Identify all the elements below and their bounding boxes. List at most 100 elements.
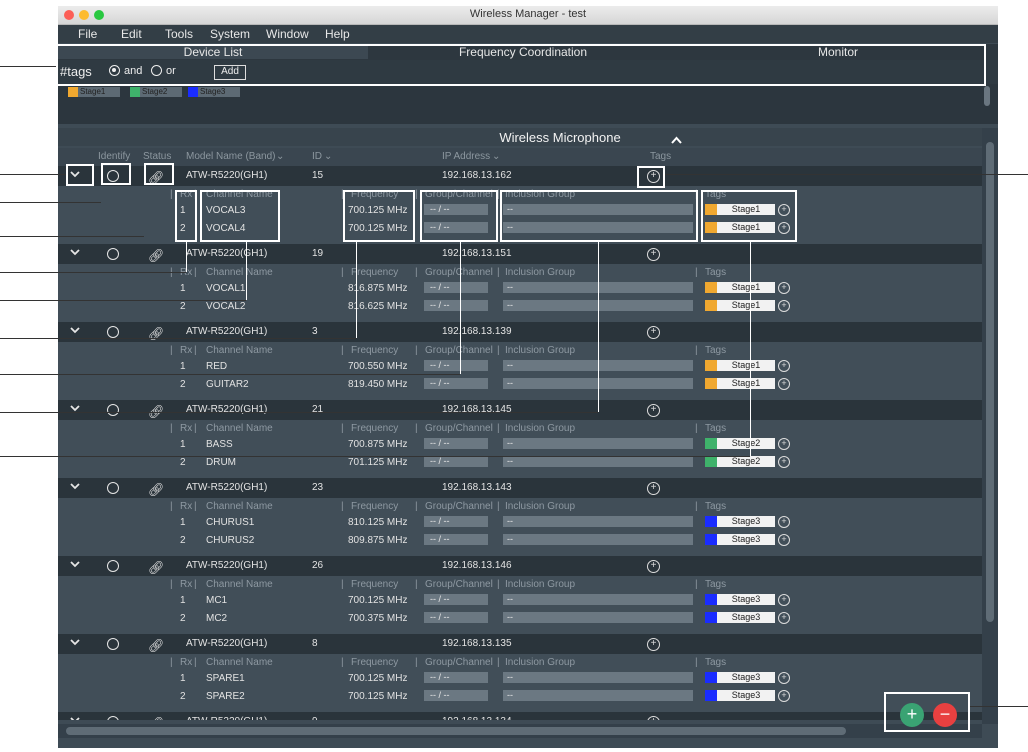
device-row[interactable]: 🔗︎ ATW-R5220(GH1) 3 192.168.13.139 +	[58, 322, 982, 342]
channel-frequency[interactable]: 700.125 MHz	[348, 673, 407, 684]
channel-tag[interactable]: Stage3	[705, 690, 775, 701]
channel-frequency[interactable]: 809.875 MHz	[348, 535, 407, 546]
add-tag-plus-icon[interactable]: +	[647, 404, 660, 417]
add-tag-plus-icon[interactable]: +	[778, 378, 790, 390]
identify-button[interactable]	[107, 638, 119, 650]
vertical-scrollbar[interactable]	[982, 128, 998, 724]
channel-frequency[interactable]: 701.125 MHz	[348, 457, 407, 468]
col-ip[interactable]: IP Address	[442, 151, 490, 162]
channel-name[interactable]: RED	[206, 361, 227, 372]
channel-tag[interactable]: Stage1	[705, 378, 775, 389]
group-channel-field[interactable]: -- / --	[424, 456, 488, 467]
identify-button[interactable]	[107, 560, 119, 572]
add-tag-plus-icon[interactable]: +	[778, 516, 790, 528]
col-id[interactable]: ID	[312, 151, 322, 162]
device-row[interactable]: 🔗︎ ATW-R5220(GH1) 26 192.168.13.146 +	[58, 556, 982, 576]
channel-name[interactable]: VOCAL1	[206, 283, 245, 294]
channel-name[interactable]: CHURUS1	[206, 517, 254, 528]
group-channel-field[interactable]: -- / --	[424, 360, 488, 371]
menu-help[interactable]: Help	[325, 27, 350, 41]
channel-frequency[interactable]: 700.550 MHz	[348, 361, 407, 372]
tag-chip[interactable]: Stage2	[130, 87, 182, 97]
channel-name[interactable]: VOCAL2	[206, 301, 245, 312]
chevron-down-icon[interactable]	[70, 326, 80, 334]
identify-button[interactable]	[107, 404, 119, 416]
chevron-down-icon[interactable]	[70, 638, 80, 646]
group-channel-field[interactable]: -- / --	[424, 534, 488, 545]
device-row[interactable]: 🔗︎ ATW-R5220(GH1) 19 192.168.13.151 +	[58, 244, 982, 264]
inclusion-group-field[interactable]: --	[503, 672, 693, 683]
channel-name[interactable]: MC1	[206, 595, 227, 606]
add-tag-plus-icon[interactable]: +	[778, 594, 790, 606]
menu-file[interactable]: File	[78, 27, 97, 41]
channel-tag[interactable]: Stage3	[705, 612, 775, 623]
device-row[interactable]: 🔗︎ ATW-R5220(GH1) 9 192.168.13.134 +	[58, 712, 982, 720]
add-tag-plus-icon[interactable]: +	[778, 534, 790, 546]
chevron-down-icon[interactable]	[70, 404, 80, 412]
chips-scrollbar[interactable]	[984, 86, 990, 106]
add-tag-plus-icon[interactable]: +	[647, 560, 660, 573]
add-tag-plus-icon[interactable]: +	[647, 248, 660, 261]
channel-name[interactable]: SPARE1	[206, 673, 245, 684]
col-tags[interactable]: Tags	[650, 151, 671, 162]
channel-frequency[interactable]: 819.450 MHz	[348, 379, 407, 390]
channel-name[interactable]: MC2	[206, 613, 227, 624]
add-tag-plus-icon[interactable]: +	[778, 672, 790, 684]
chevron-down-icon[interactable]	[70, 482, 80, 490]
channel-name[interactable]: SPARE2	[206, 691, 245, 702]
add-tag-plus-icon[interactable]: +	[778, 360, 790, 372]
add-tag-plus-icon[interactable]: +	[647, 482, 660, 495]
device-row[interactable]: 🔗︎ ATW-R5220(GH1) 21 192.168.13.145 +	[58, 400, 982, 420]
group-channel-field[interactable]: -- / --	[424, 300, 488, 311]
inclusion-group-field[interactable]: --	[503, 516, 693, 527]
channel-tag[interactable]: Stage1	[705, 300, 775, 311]
channel-tag[interactable]: Stage2	[705, 456, 775, 467]
channel-tag[interactable]: Stage3	[705, 516, 775, 527]
horizontal-scrollbar[interactable]	[58, 724, 982, 738]
group-channel-field[interactable]: -- / --	[424, 672, 488, 683]
identify-button[interactable]	[107, 326, 119, 338]
channel-tag[interactable]: Stage3	[705, 672, 775, 683]
channel-frequency[interactable]: 700.375 MHz	[348, 613, 407, 624]
inclusion-group-field[interactable]: --	[503, 456, 693, 467]
chevron-down-icon[interactable]	[70, 560, 80, 568]
vertical-scroll-thumb[interactable]	[986, 142, 994, 622]
inclusion-group-field[interactable]: --	[503, 594, 693, 605]
wireless-microphone-section-header[interactable]: Wireless Microphone	[58, 128, 982, 146]
channel-frequency[interactable]: 700.125 MHz	[348, 595, 407, 606]
add-tag-plus-icon[interactable]: +	[647, 638, 660, 651]
channel-tag[interactable]: Stage3	[705, 594, 775, 605]
inclusion-group-field[interactable]: --	[503, 690, 693, 701]
add-tag-plus-icon[interactable]: +	[778, 612, 790, 624]
inclusion-group-field[interactable]: --	[503, 534, 693, 545]
col-model[interactable]: Model Name (Band)	[186, 151, 275, 162]
chevron-down-icon[interactable]	[70, 248, 80, 256]
channel-frequency[interactable]: 810.125 MHz	[348, 517, 407, 528]
channel-tag[interactable]: Stage1	[705, 282, 775, 293]
add-tag-plus-icon[interactable]: +	[647, 326, 660, 339]
menu-tools[interactable]: Tools	[165, 27, 193, 41]
identify-button[interactable]	[107, 482, 119, 494]
tag-chip[interactable]: Stage3	[188, 87, 240, 97]
chevron-down-icon[interactable]	[70, 716, 80, 720]
tag-chip[interactable]: Stage1	[68, 87, 120, 97]
channel-name[interactable]: BASS	[206, 439, 233, 450]
channel-tag[interactable]: Stage2	[705, 438, 775, 449]
horizontal-scroll-thumb[interactable]	[66, 727, 846, 735]
channel-tag[interactable]: Stage1	[705, 360, 775, 371]
identify-button[interactable]	[107, 716, 119, 720]
menu-window[interactable]: Window	[266, 27, 309, 41]
group-channel-field[interactable]: -- / --	[424, 438, 488, 449]
inclusion-group-field[interactable]: --	[503, 612, 693, 623]
add-tag-plus-icon[interactable]: +	[778, 300, 790, 312]
identify-button[interactable]	[107, 248, 119, 260]
group-channel-field[interactable]: -- / --	[424, 516, 488, 527]
add-tag-plus-icon[interactable]: +	[778, 438, 790, 450]
channel-name[interactable]: DRUM	[206, 457, 236, 468]
group-channel-field[interactable]: -- / --	[424, 612, 488, 623]
device-row[interactable]: 🔗︎ ATW-R5220(GH1) 23 192.168.13.143 +	[58, 478, 982, 498]
channel-name[interactable]: GUITAR2	[206, 379, 249, 390]
inclusion-group-field[interactable]: --	[503, 438, 693, 449]
group-channel-field[interactable]: -- / --	[424, 690, 488, 701]
add-tag-plus-icon[interactable]: +	[778, 690, 790, 702]
